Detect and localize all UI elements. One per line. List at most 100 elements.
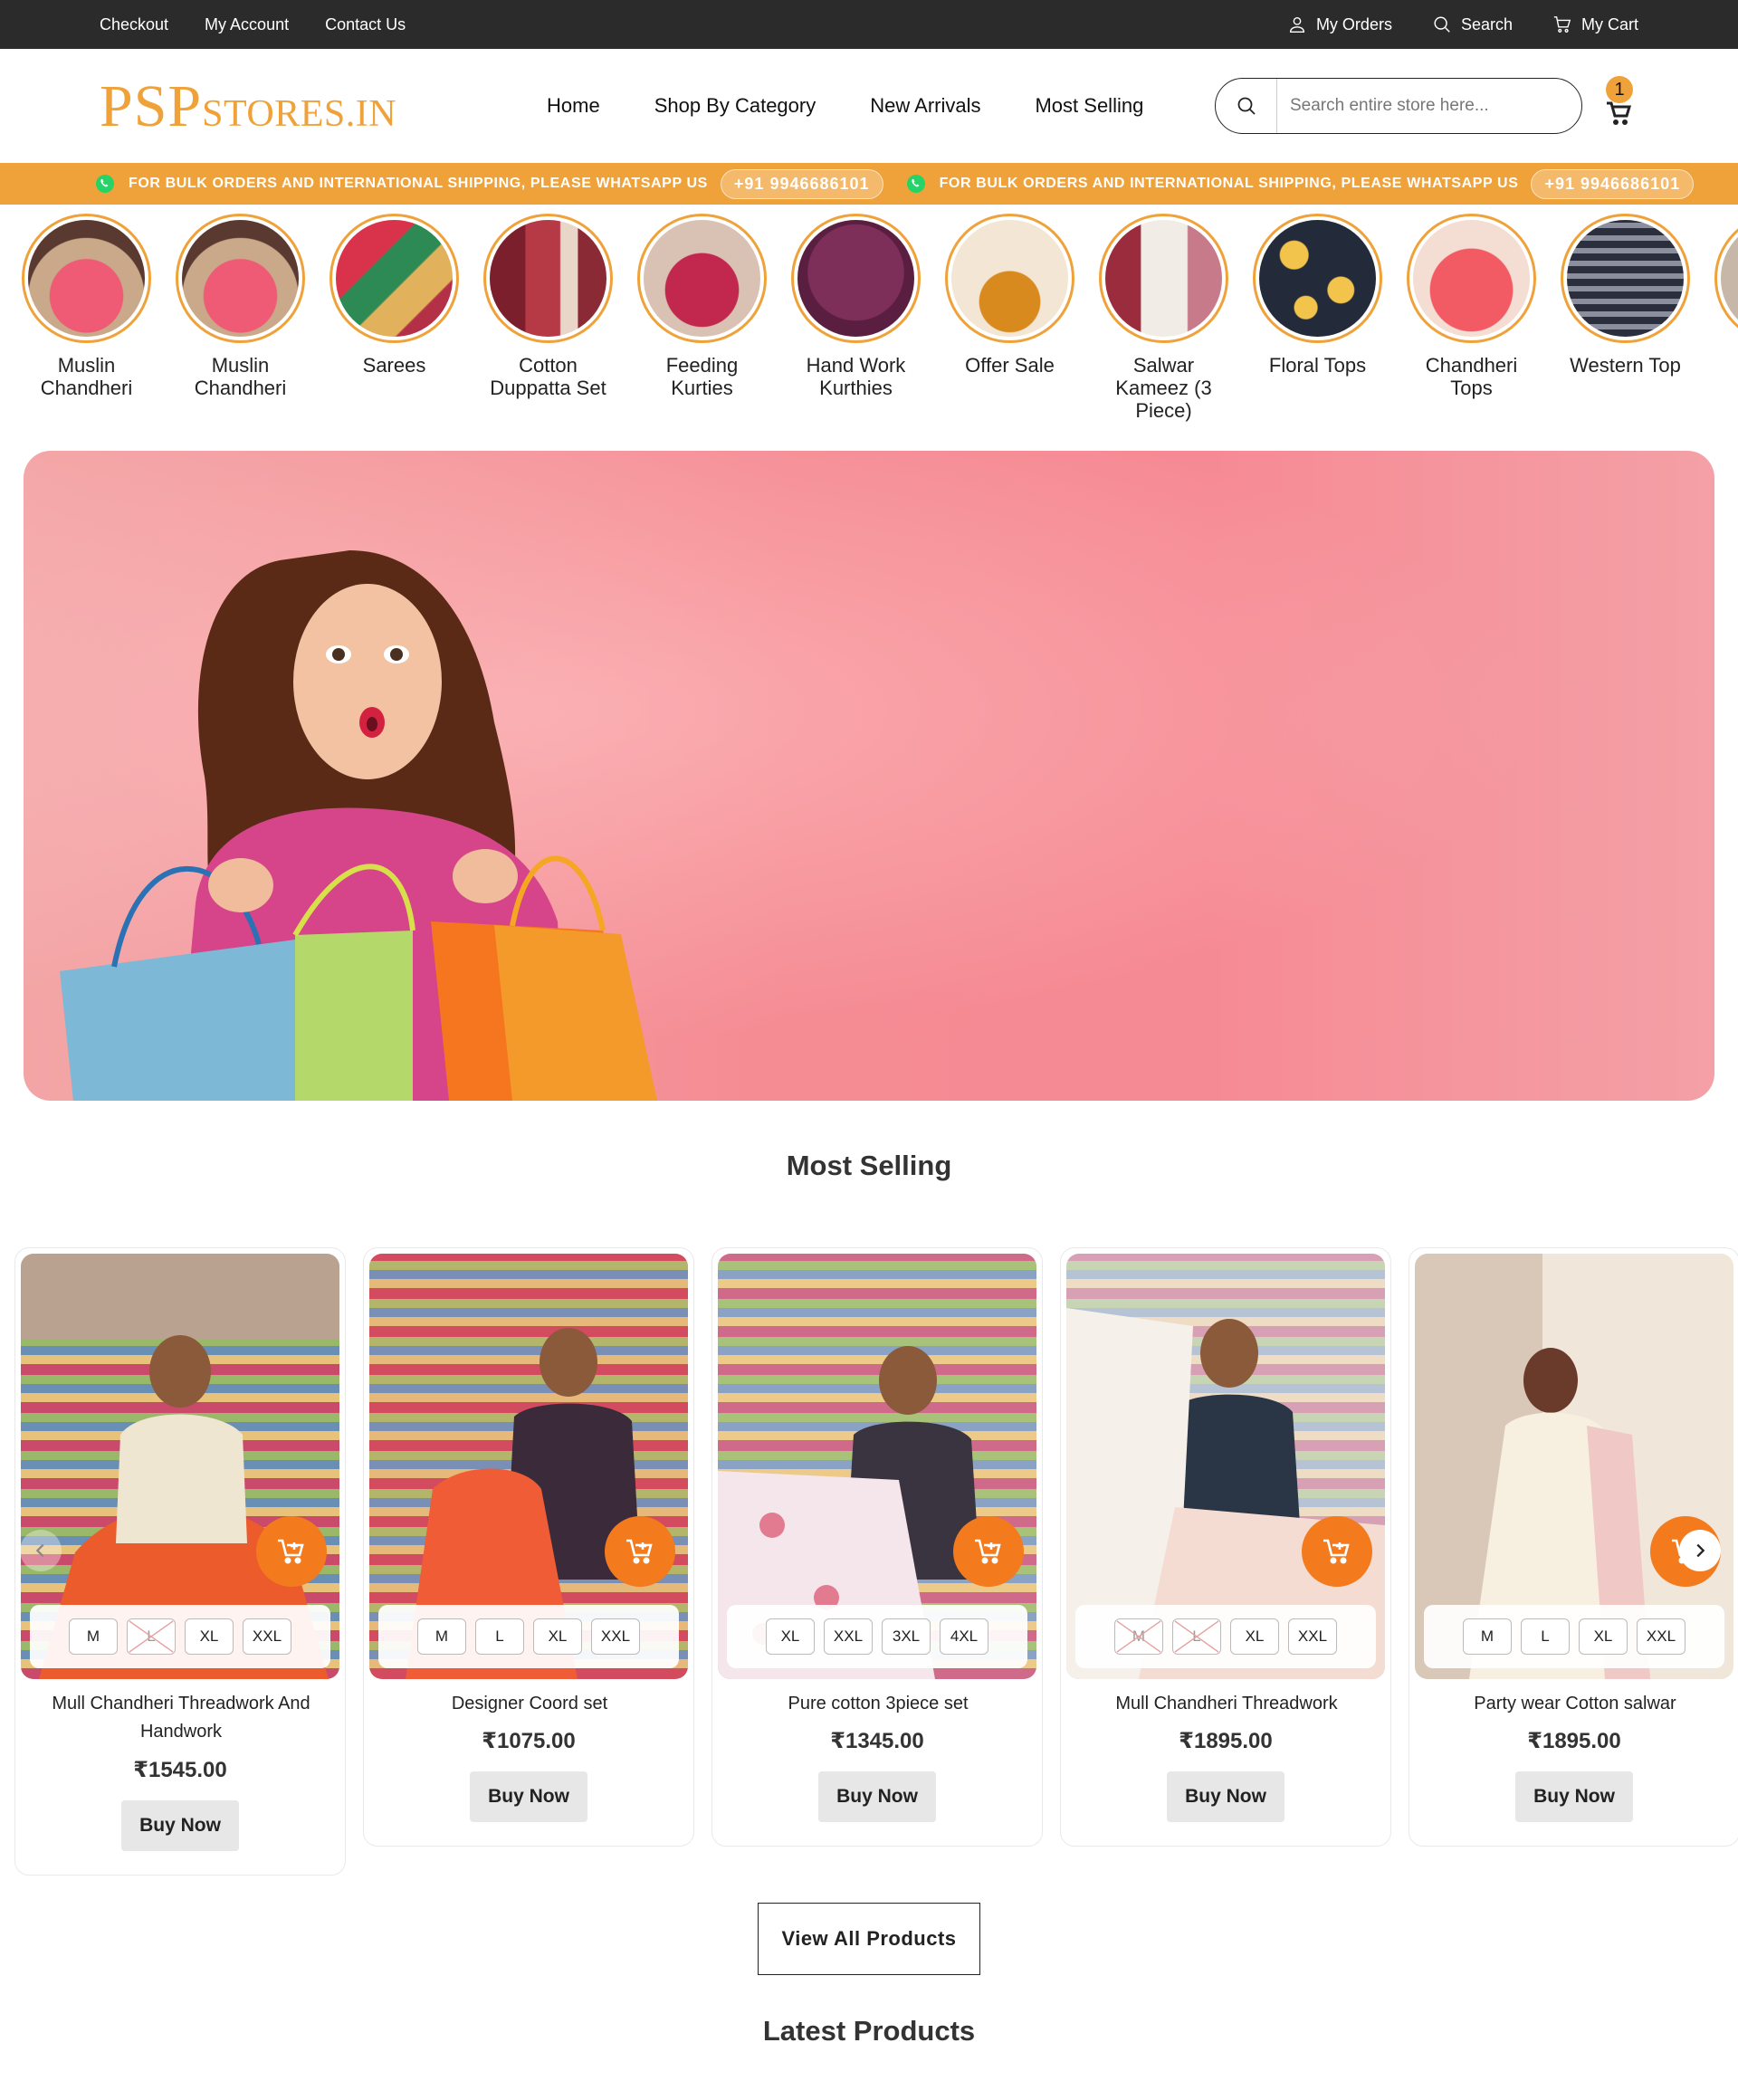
size-option[interactable]: XL [766,1618,815,1655]
product-name[interactable]: Mull Chandheri Threadwork [1079,1690,1374,1718]
size-option[interactable]: XXL [243,1618,291,1655]
contact-us-link[interactable]: Contact Us [325,15,406,34]
category-image [329,214,459,343]
my-cart-link[interactable]: My Cart [1552,14,1638,34]
cart-icon [1553,16,1571,33]
unavailable-strike-icon [1116,1620,1161,1653]
my-orders-link[interactable]: My Orders [1287,14,1392,34]
add-to-cart-icon [975,1539,1001,1564]
category-item[interactable]: Chandheri Tops [1407,214,1536,431]
add-to-cart-button[interactable] [605,1516,675,1587]
my-cart-label: My Cart [1581,14,1638,33]
size-option[interactable]: XL [533,1618,582,1655]
carousel-next[interactable] [1679,1530,1721,1571]
size-option[interactable]: XXL [1288,1618,1337,1655]
size-option[interactable]: L [127,1618,176,1655]
size-options: MLXL XXL [1075,1605,1376,1668]
buy-now-button[interactable]: Buy Now [1515,1771,1633,1822]
category-label: Floral Tops [1268,354,1367,377]
size-option[interactable]: M [69,1618,118,1655]
size-option[interactable]: 3XL [882,1618,931,1655]
buy-now-button[interactable]: Buy Now [121,1800,239,1851]
size-option[interactable]: XXL [824,1618,873,1655]
size-option[interactable]: XXL [591,1618,640,1655]
my-orders-label: My Orders [1315,14,1392,33]
category-image [22,214,151,343]
size-option[interactable]: L [475,1618,524,1655]
category-image [176,214,305,343]
product-name[interactable]: Party wear Cotton salwar [1428,1690,1723,1718]
my-account-link[interactable]: My Account [205,15,289,34]
category-item[interactable]: Feeding Kurties [637,214,767,431]
size-option[interactable]: XL [185,1618,234,1655]
search-link[interactable]: Search [1432,14,1513,34]
category-item[interactable]: Sarees [329,214,459,431]
category-item[interactable]: Muslin Chandheri [22,214,151,431]
product-card[interactable]: ML XL XXL Mull Chandheri Threadwork ₹1895.00… [1060,1247,1391,1847]
nav-shop-by-category[interactable]: Shop By Category [654,94,816,118]
size-option[interactable]: XL [1230,1618,1279,1655]
size-options: MLXLXXL [1424,1605,1724,1668]
carousel-prev[interactable] [20,1530,62,1571]
product-price: ₹1895.00 [1179,1729,1273,1753]
size-option[interactable]: 4XL [940,1618,988,1655]
size-option[interactable]: M [1463,1618,1512,1655]
category-item[interactable]: Muslin Chandheri [176,214,305,431]
size-label: XL [199,1628,219,1645]
size-options: M L XLXXL [378,1605,679,1668]
announcement-phone[interactable]: +91 9946686101 [1531,168,1695,199]
category-item[interactable]: Salwar Kameez (3 Piece) [1099,214,1228,431]
size-option[interactable]: L [1172,1618,1221,1655]
main-header: PSP STORES.IN Home Shop By Category New … [0,49,1738,163]
category-image [483,214,613,343]
announcement-phone[interactable]: +91 9946686101 [720,168,883,199]
add-to-cart-button[interactable] [256,1516,327,1587]
add-to-cart-button[interactable] [1302,1516,1372,1587]
size-label: XXL [1297,1628,1328,1645]
nav-most-selling[interactable]: Most Selling [1035,94,1143,118]
product-card[interactable]: XL XXL 3XL 4XL Pure cotton 3piece set ₹1345.0… [711,1247,1043,1847]
add-to-cart-button[interactable] [953,1516,1024,1587]
size-option[interactable]: XL [1579,1618,1628,1655]
nav-home[interactable]: Home [547,94,600,118]
size-label: XL [780,1628,800,1645]
top-links: Checkout My Account Contact Us [100,0,406,49]
category-item[interactable]: Western Top [1561,214,1690,431]
header-cart[interactable]: 1 [1602,76,1635,127]
add-to-cart-icon [1323,1539,1350,1564]
nav-new-arrivals[interactable]: New Arrivals [870,94,980,118]
category-label: Muslin Chandheri [40,354,133,399]
logo-psp: PSP [100,73,203,139]
search-icon [1434,16,1450,33]
category-item[interactable]: Floral Tops [1253,214,1382,431]
product-price: ₹1895.00 [1527,1729,1621,1753]
search-submit[interactable] [1216,79,1277,133]
product-name[interactable]: Pure cotton 3piece set [731,1690,1026,1718]
add-to-cart-icon [278,1539,304,1564]
size-option[interactable]: XXL [1637,1618,1685,1655]
size-label: L [495,1628,504,1645]
category-item[interactable]: Hand Work Kurthies [791,214,921,431]
view-all-products-button[interactable]: View All Products [758,1903,980,1975]
hero-woman-with-shopping-bags [60,550,657,1101]
product-card[interactable]: M L XL XXL Designer Coord set ₹1075.00 Buy Now [363,1247,694,1847]
buy-now-button[interactable]: Buy Now [1167,1771,1284,1822]
buy-now-button[interactable]: Buy Now [818,1771,936,1822]
size-option[interactable]: M [1114,1618,1163,1655]
search-label: Search [1460,14,1513,33]
search-input[interactable] [1277,79,1581,133]
category-item[interactable]: W [1714,214,1738,431]
size-option[interactable]: M [417,1618,466,1655]
category-item[interactable]: Offer Sale [945,214,1074,431]
size-option[interactable]: L [1521,1618,1570,1655]
product-name[interactable]: Designer Coord set [382,1690,677,1718]
hero-banner[interactable] [24,451,1714,1101]
checkout-link[interactable]: Checkout [100,15,168,34]
category-item[interactable]: Cotton Duppatta Set [483,214,613,431]
buy-now-button[interactable]: Buy Now [470,1771,587,1822]
logo[interactable]: PSP STORES.IN [100,72,396,139]
product-name[interactable]: Mull Chandheri Threadwork And Handwork [33,1690,329,1746]
product-card[interactable]: M L XL XXL Mull Chandheri Threadwork And Han… [14,1247,346,1876]
product-price: ₹1345.00 [830,1729,924,1753]
chevron-left-icon [35,1543,44,1558]
